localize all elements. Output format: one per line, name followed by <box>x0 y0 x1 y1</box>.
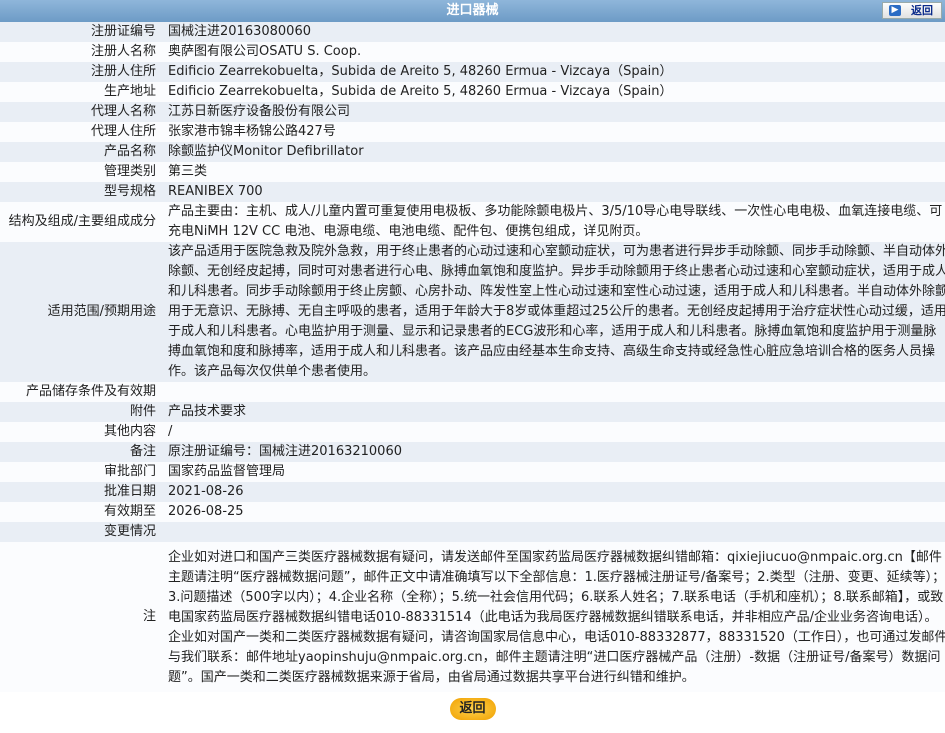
field-value <box>158 522 945 542</box>
field-value: 张家港市锦丰杨锦公路427号 <box>158 122 945 142</box>
table-row: 管理类别 第三类 <box>0 162 945 182</box>
field-value: Edificio Zearrekobuelta，Subida de Areito… <box>158 82 945 102</box>
table-row: 代理人住所 张家港市锦丰杨锦公路427号 <box>0 122 945 142</box>
field-label: 批准日期 <box>0 482 158 502</box>
table-row: 备注 原注册证编号：国械注进20163210060 <box>0 442 945 462</box>
table-row: 变更情况 <box>0 522 945 542</box>
field-value: / <box>158 422 945 442</box>
field-value: 产品技术要求 <box>158 402 945 422</box>
back-button-label: 返回 <box>911 4 933 17</box>
table-row: 产品名称 除颤监护仪Monitor Defibrillator <box>0 142 945 162</box>
table-row: 产品储存条件及有效期 <box>0 382 945 402</box>
arrow-right-icon: ▶ <box>889 5 901 16</box>
field-label: 审批部门 <box>0 462 158 482</box>
field-value: 产品主要由：主机、成人/儿童内置可重复使用电极板、多功能除颤电极片、3/5/10… <box>158 202 945 242</box>
table-row: 生产地址 Edificio Zearrekobuelta，Subida de Ar… <box>0 82 945 102</box>
field-label: 有效期至 <box>0 502 158 522</box>
field-label: 其他内容 <box>0 422 158 442</box>
table-row: 代理人名称 江苏日新医疗设备股份有限公司 <box>0 102 945 122</box>
field-value: 该产品适用于医院急救及院外急救，用于终止患者的心动过速和心室颤动症状，可为患者进… <box>158 242 945 382</box>
field-label: 注册证编号 <box>0 22 158 42</box>
field-value: REANIBEX 700 <box>158 182 945 202</box>
field-value: 第三类 <box>158 162 945 182</box>
bottom-back-button[interactable]: 返回 <box>449 698 496 720</box>
table-row: 型号规格 REANIBEX 700 <box>0 182 945 202</box>
field-value: 原注册证编号：国械注进20163210060 <box>158 442 945 462</box>
field-label: 注 <box>0 542 158 692</box>
field-label: 产品名称 <box>0 142 158 162</box>
field-label: 结构及组成/主要组成成分 <box>0 202 158 242</box>
field-label: 变更情况 <box>0 522 158 542</box>
table-row: 注册人名称 奥萨图有限公司OSATU S. Coop. <box>0 42 945 62</box>
field-value: 江苏日新医疗设备股份有限公司 <box>158 102 945 122</box>
field-label: 生产地址 <box>0 82 158 102</box>
field-label: 注册人名称 <box>0 42 158 62</box>
table-row: 注册证编号 国械注进20163080060 <box>0 22 945 42</box>
table-row: 其他内容 / <box>0 422 945 442</box>
table-row: 适用范围/预期用途 该产品适用于医院急救及院外急救，用于终止患者的心动过速和心室颤… <box>0 242 945 382</box>
field-label: 代理人住所 <box>0 122 158 142</box>
field-label: 注册人住所 <box>0 62 158 82</box>
table-row: 注企业如对进口和国产三类医疗器械数据有疑问，请发送邮件至国家药监局医疗器械数据纠… <box>0 542 945 692</box>
table-row: 注册人住所 Edificio Zearrekobuelta，Subida de A… <box>0 62 945 82</box>
table-row: 结构及组成/主要组成成分 产品主要由：主机、成人/儿童内置可重复使用电极板、多功能… <box>0 202 945 242</box>
detail-table: 注册证编号 国械注进20163080060 注册人名称 奥萨图有限公司OSATU S.… <box>0 22 945 692</box>
field-label: 型号规格 <box>0 182 158 202</box>
field-value: 国家药品监督管理局 <box>158 462 945 482</box>
field-value: Edificio Zearrekobuelta，Subida de Areito… <box>158 62 945 82</box>
field-value: 国械注进20163080060 <box>158 22 945 42</box>
field-value: 企业如对进口和国产三类医疗器械数据有疑问，请发送邮件至国家药监局医疗器械数据纠错… <box>158 542 945 692</box>
field-value: 2026-08-25 <box>158 502 945 522</box>
field-value <box>158 382 945 402</box>
field-label: 附件 <box>0 402 158 422</box>
field-label: 产品储存条件及有效期 <box>0 382 158 402</box>
back-button[interactable]: ▶ 返回 <box>882 2 942 19</box>
table-row: 有效期至 2026-08-25 <box>0 502 945 522</box>
table-row: 批准日期 2021-08-26 <box>0 482 945 502</box>
field-value: 除颤监护仪Monitor Defibrillator <box>158 142 945 162</box>
table-row: 附件 产品技术要求 <box>0 402 945 422</box>
field-label: 适用范围/预期用途 <box>0 242 158 382</box>
table-row: 审批部门 国家药品监督管理局 <box>0 462 945 482</box>
field-label: 代理人名称 <box>0 102 158 122</box>
footer: 返回 <box>0 692 945 724</box>
title-bar: 进口器械 ▶ 返回 <box>0 0 945 22</box>
page-title: 进口器械 <box>446 3 499 18</box>
field-label: 管理类别 <box>0 162 158 182</box>
field-label: 备注 <box>0 442 158 462</box>
field-value: 2021-08-26 <box>158 482 945 502</box>
field-value: 奥萨图有限公司OSATU S. Coop. <box>158 42 945 62</box>
